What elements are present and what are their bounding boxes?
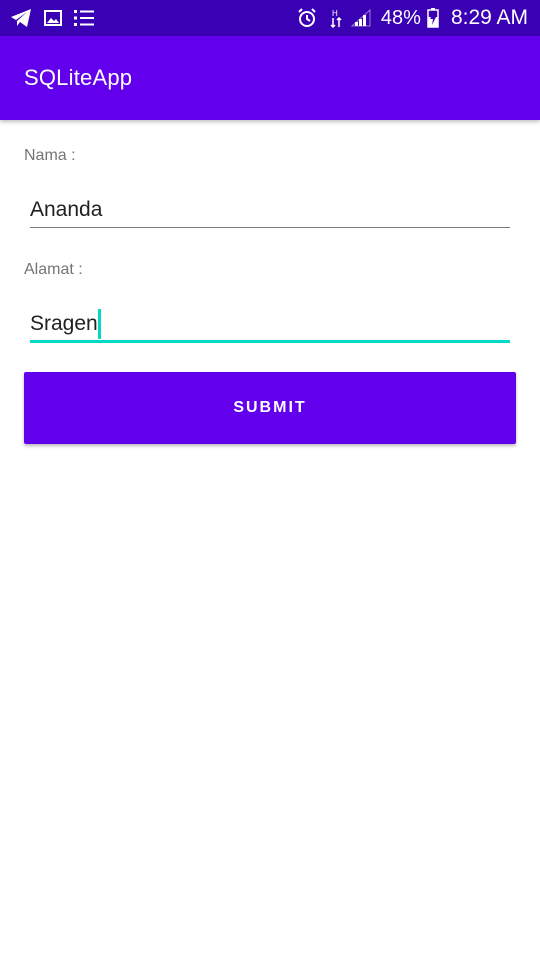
status-right-icons: H 48% 8:29 AM	[297, 6, 528, 30]
svg-text:H: H	[332, 9, 338, 18]
app-bar: SQLiteApp	[0, 36, 540, 120]
nama-label: Nama :	[24, 147, 76, 164]
list-icon	[74, 9, 94, 27]
nama-input[interactable]: Ananda	[30, 190, 510, 230]
battery-charging-icon	[427, 8, 439, 28]
status-bar: H 48% 8:29 AM	[0, 0, 540, 36]
app-title: SQLiteApp	[24, 65, 133, 90]
nama-input-underline	[30, 227, 510, 228]
alamat-input[interactable]: Sragen	[30, 304, 510, 344]
telegram-icon	[10, 8, 32, 28]
submit-button[interactable]: SUBMIT	[24, 372, 516, 444]
alarm-icon	[297, 8, 317, 28]
text-cursor	[97, 309, 101, 339]
status-left-icons	[10, 8, 106, 28]
nama-input-value: Ananda	[30, 198, 103, 221]
battery-percent: 48%	[380, 6, 421, 29]
status-time: 8:29 AM	[450, 6, 528, 29]
alamat-input-underline	[30, 340, 510, 343]
alamat-label: Alamat :	[24, 261, 83, 278]
data-arrows-icon: H	[329, 8, 343, 28]
signal-icon	[350, 9, 371, 27]
alamat-input-value: Sragen	[30, 312, 98, 335]
image-icon	[44, 10, 62, 26]
